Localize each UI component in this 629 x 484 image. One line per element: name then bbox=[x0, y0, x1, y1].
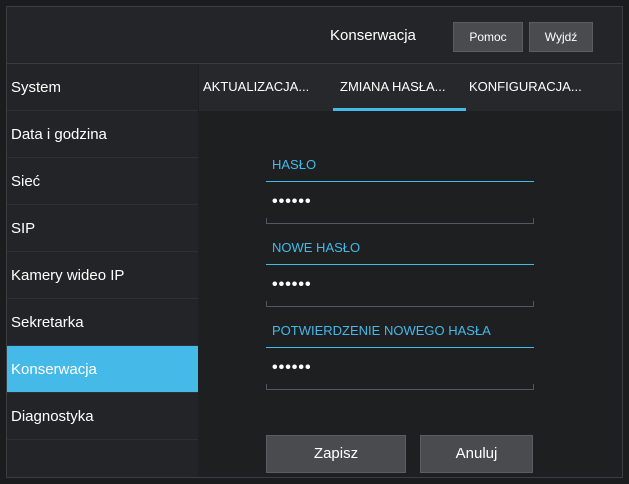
label-underline bbox=[266, 181, 534, 182]
password-label: HASŁO bbox=[272, 157, 317, 172]
cancel-button[interactable]: Anuluj bbox=[420, 435, 533, 473]
password-input[interactable]: •••••• bbox=[272, 193, 312, 211]
sidebar-item-ip-cameras[interactable]: Kamery wideo IP bbox=[7, 252, 198, 299]
exit-button[interactable]: Wyjdź bbox=[529, 22, 593, 52]
page-title: Konserwacja bbox=[330, 27, 416, 44]
confirm-password-label: POTWIERDZENIE NOWEGO HASŁA bbox=[272, 323, 491, 338]
label-underline bbox=[266, 264, 534, 265]
top-bar: Konserwacja Pomoc Wyjdź bbox=[7, 7, 622, 64]
new-password-label: NOWE HASŁO bbox=[272, 240, 361, 255]
tab-change-password[interactable]: ZMIANA HASŁA... bbox=[340, 64, 445, 111]
save-button[interactable]: Zapisz bbox=[266, 435, 406, 473]
sidebar-item-system[interactable]: System bbox=[7, 64, 198, 111]
label-underline bbox=[266, 347, 534, 348]
sidebar: System Data i godzina Sieć SIP Kamery wi… bbox=[7, 64, 198, 477]
sidebar-item-answering-machine[interactable]: Sekretarka bbox=[7, 299, 198, 346]
tab-update[interactable]: AKTUALIZACJA... bbox=[203, 64, 309, 111]
input-underline bbox=[266, 384, 534, 390]
confirm-password-input[interactable]: •••••• bbox=[272, 359, 312, 377]
sidebar-item-date-time[interactable]: Data i godzina bbox=[7, 111, 198, 158]
tab-configuration[interactable]: KONFIGURACJA... bbox=[469, 64, 582, 111]
input-underline bbox=[266, 218, 534, 224]
input-underline bbox=[266, 301, 534, 307]
tab-bar: AKTUALIZACJA... ZMIANA HASŁA... KONFIGUR… bbox=[199, 64, 622, 111]
sidebar-item-maintenance[interactable]: Konserwacja bbox=[7, 346, 198, 393]
active-tab-indicator bbox=[333, 108, 466, 111]
help-button[interactable]: Pomoc bbox=[453, 22, 523, 52]
new-password-input[interactable]: •••••• bbox=[272, 276, 312, 294]
sidebar-item-network[interactable]: Sieć bbox=[7, 158, 198, 205]
app-window: Konserwacja Pomoc Wyjdź System Data i go… bbox=[6, 6, 623, 478]
sidebar-item-diagnostics[interactable]: Diagnostyka bbox=[7, 393, 198, 440]
sidebar-item-sip[interactable]: SIP bbox=[7, 205, 198, 252]
